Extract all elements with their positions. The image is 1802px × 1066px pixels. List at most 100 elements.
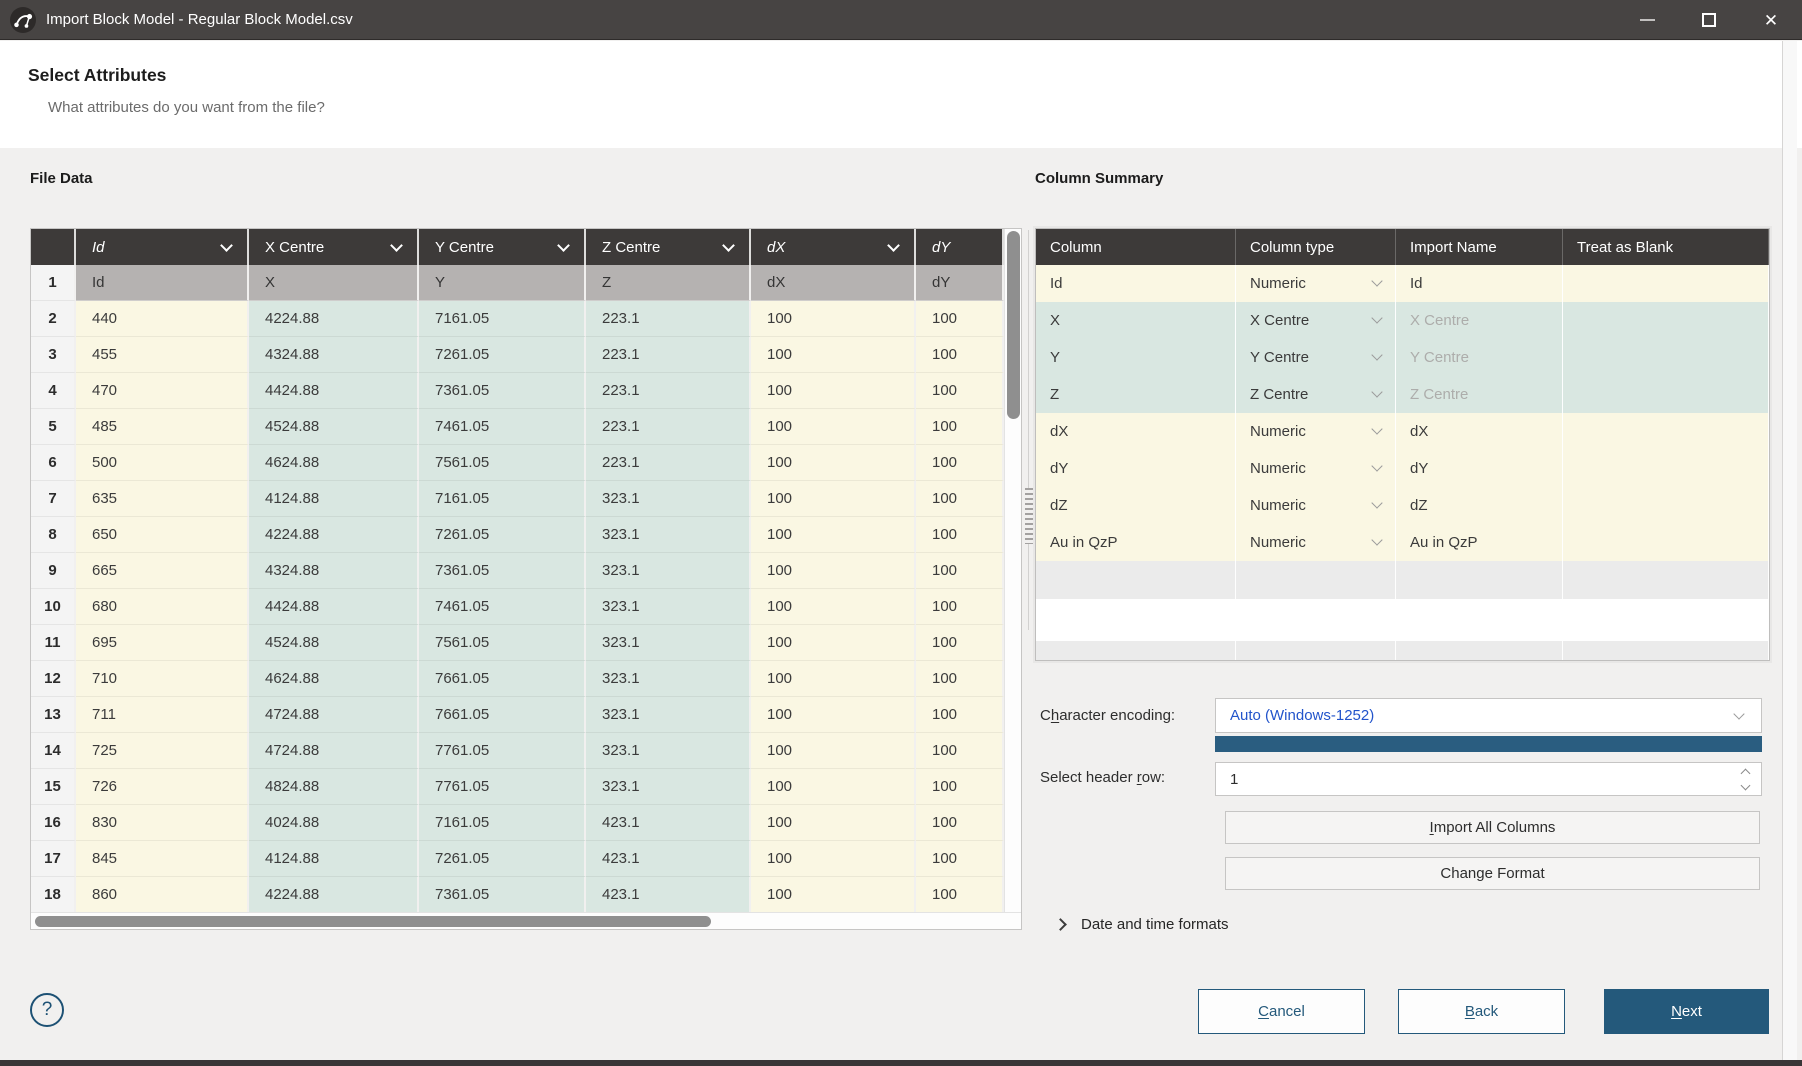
minimize-button[interactable] <box>1616 0 1678 40</box>
summary-import-name-cell[interactable]: X Centre <box>1396 302 1563 339</box>
summary-column-type-dropdown[interactable]: Numeric <box>1236 265 1396 302</box>
maximize-button[interactable] <box>1678 0 1740 40</box>
file-data-vertical-scrollbar[interactable] <box>1004 229 1021 913</box>
summary-column-type-dropdown[interactable]: Y Centre <box>1236 339 1396 376</box>
summary-treat-as-blank-cell[interactable] <box>1563 339 1769 376</box>
summary-import-name-cell[interactable]: dY <box>1396 450 1563 487</box>
next-button[interactable]: Next <box>1604 989 1769 1034</box>
summary-import-name-cell[interactable]: Z Centre <box>1396 376 1563 413</box>
vertical-scrollbar-thumb[interactable] <box>1007 231 1020 419</box>
summary-treat-as-blank-cell[interactable] <box>1563 524 1769 561</box>
file-data-cell: 4124.88 <box>249 481 419 517</box>
summary-column-type-dropdown[interactable]: Numeric <box>1236 450 1396 487</box>
row-number-cell: 2 <box>31 301 76 337</box>
file-column-header[interactable]: dY <box>916 229 1004 265</box>
header-row-cell: Y <box>419 265 586 301</box>
summary-empty-cell <box>1396 641 1563 660</box>
change-format-button[interactable]: Change Format <box>1225 857 1760 890</box>
file-data-cell: 7561.05 <box>419 625 586 661</box>
character-encoding-label: Character encoding: <box>1040 707 1175 724</box>
summary-import-name-cell[interactable]: Id <box>1396 265 1563 302</box>
file-data-cell: 223.1 <box>586 373 751 409</box>
help-button[interactable]: ? <box>30 993 64 1027</box>
summary-column-header: Treat as Blank <box>1563 229 1769 265</box>
summary-column-name-cell: dX <box>1036 413 1236 450</box>
import-dialog-window: Import Block Model - Regular Block Model… <box>0 0 1802 1066</box>
row-number-cell: 8 <box>31 517 76 553</box>
summary-column-type-dropdown[interactable]: Numeric <box>1236 524 1396 561</box>
maximize-icon <box>1702 13 1716 27</box>
summary-import-name-cell[interactable]: dZ <box>1396 487 1563 524</box>
summary-column-type-dropdown[interactable]: X Centre <box>1236 302 1396 339</box>
file-column-header[interactable]: dX <box>751 229 916 265</box>
file-column-header[interactable]: Id <box>76 229 249 265</box>
chevron-down-icon[interactable] <box>887 239 900 252</box>
column-summary-label: Column Summary <box>1035 170 1163 187</box>
file-data-cell: 100 <box>751 553 916 589</box>
chevron-down-icon[interactable] <box>390 239 403 252</box>
file-data-cell: 7361.05 <box>419 373 586 409</box>
page-title: Select Attributes <box>28 65 166 86</box>
summary-empty-cell <box>1236 641 1396 660</box>
titlebar: Import Block Model - Regular Block Model… <box>0 0 1802 40</box>
horizontal-scrollbar-thumb[interactable] <box>35 916 711 927</box>
summary-import-name-cell[interactable]: dX <box>1396 413 1563 450</box>
file-data-cell: 4224.88 <box>249 301 419 337</box>
file-data-cell: 7161.05 <box>419 481 586 517</box>
chevron-down-icon[interactable] <box>557 239 570 252</box>
import-all-columns-button[interactable]: Import All Columns <box>1225 811 1760 844</box>
header-row-cell: Id <box>76 265 249 301</box>
summary-treat-as-blank-cell[interactable] <box>1563 450 1769 487</box>
file-data-cell: 100 <box>916 841 1004 877</box>
file-data-cell: 665 <box>76 553 249 589</box>
summary-treat-as-blank-cell[interactable] <box>1563 302 1769 339</box>
row-number-cell: 6 <box>31 445 76 481</box>
file-column-header-corner <box>31 229 76 265</box>
summary-treat-as-blank-cell[interactable] <box>1563 265 1769 302</box>
summary-import-name-cell[interactable]: Au in QzP <box>1396 524 1563 561</box>
close-button[interactable]: ✕ <box>1740 0 1802 40</box>
summary-column-type-dropdown[interactable]: Numeric <box>1236 487 1396 524</box>
summary-column-type-dropdown[interactable]: Numeric <box>1236 413 1396 450</box>
summary-column-name-cell: dY <box>1036 450 1236 487</box>
header-row-value: 1 <box>1230 771 1742 788</box>
wizard-header: Select Attributes What attributes do you… <box>0 41 1802 148</box>
header-row-spinner[interactable]: 1 <box>1215 762 1762 796</box>
file-data-cell: 4124.88 <box>249 841 419 877</box>
file-data-cell: 711 <box>76 697 249 733</box>
file-data-cell: 830 <box>76 805 249 841</box>
file-data-cell: 4724.88 <box>249 697 419 733</box>
chevron-down-icon[interactable] <box>220 239 233 252</box>
file-data-cell: 100 <box>916 769 1004 805</box>
file-data-cell: 4424.88 <box>249 589 419 625</box>
file-column-header[interactable]: Z Centre <box>586 229 751 265</box>
row-number-cell: 17 <box>31 841 76 877</box>
summary-treat-as-blank-cell[interactable] <box>1563 376 1769 413</box>
chevron-down-icon[interactable] <box>722 239 735 252</box>
file-data-cell: 725 <box>76 733 249 769</box>
back-button[interactable]: Back <box>1398 989 1565 1034</box>
file-data-cell: 485 <box>76 409 249 445</box>
row-number-cell: 7 <box>31 481 76 517</box>
chevron-down-icon <box>1371 386 1382 397</box>
file-column-header[interactable]: Y Centre <box>419 229 586 265</box>
date-time-formats-expander[interactable]: Date and time formats <box>1056 912 1229 936</box>
summary-column-name-cell: Y <box>1036 339 1236 376</box>
summary-treat-as-blank-cell[interactable] <box>1563 487 1769 524</box>
file-data-cell: 100 <box>751 733 916 769</box>
chevron-down-icon[interactable] <box>1741 780 1751 790</box>
summary-import-name-cell[interactable]: Y Centre <box>1396 339 1563 376</box>
panel-splitter <box>1028 230 1034 630</box>
file-data-cell: 4724.88 <box>249 733 419 769</box>
file-data-horizontal-scrollbar[interactable] <box>31 912 1021 929</box>
character-encoding-dropdown[interactable]: Auto (Windows-1252) <box>1215 698 1762 733</box>
summary-column-header: Import Name <box>1396 229 1563 265</box>
chevron-up-icon[interactable] <box>1741 768 1751 778</box>
summary-column-type-dropdown[interactable]: Z Centre <box>1236 376 1396 413</box>
splitter-grip-handle[interactable] <box>1025 488 1034 544</box>
cancel-button[interactable]: Cancel <box>1198 989 1365 1034</box>
row-number-cell: 9 <box>31 553 76 589</box>
file-data-cell: 4524.88 <box>249 409 419 445</box>
summary-treat-as-blank-cell[interactable] <box>1563 413 1769 450</box>
file-column-header[interactable]: X Centre <box>249 229 419 265</box>
